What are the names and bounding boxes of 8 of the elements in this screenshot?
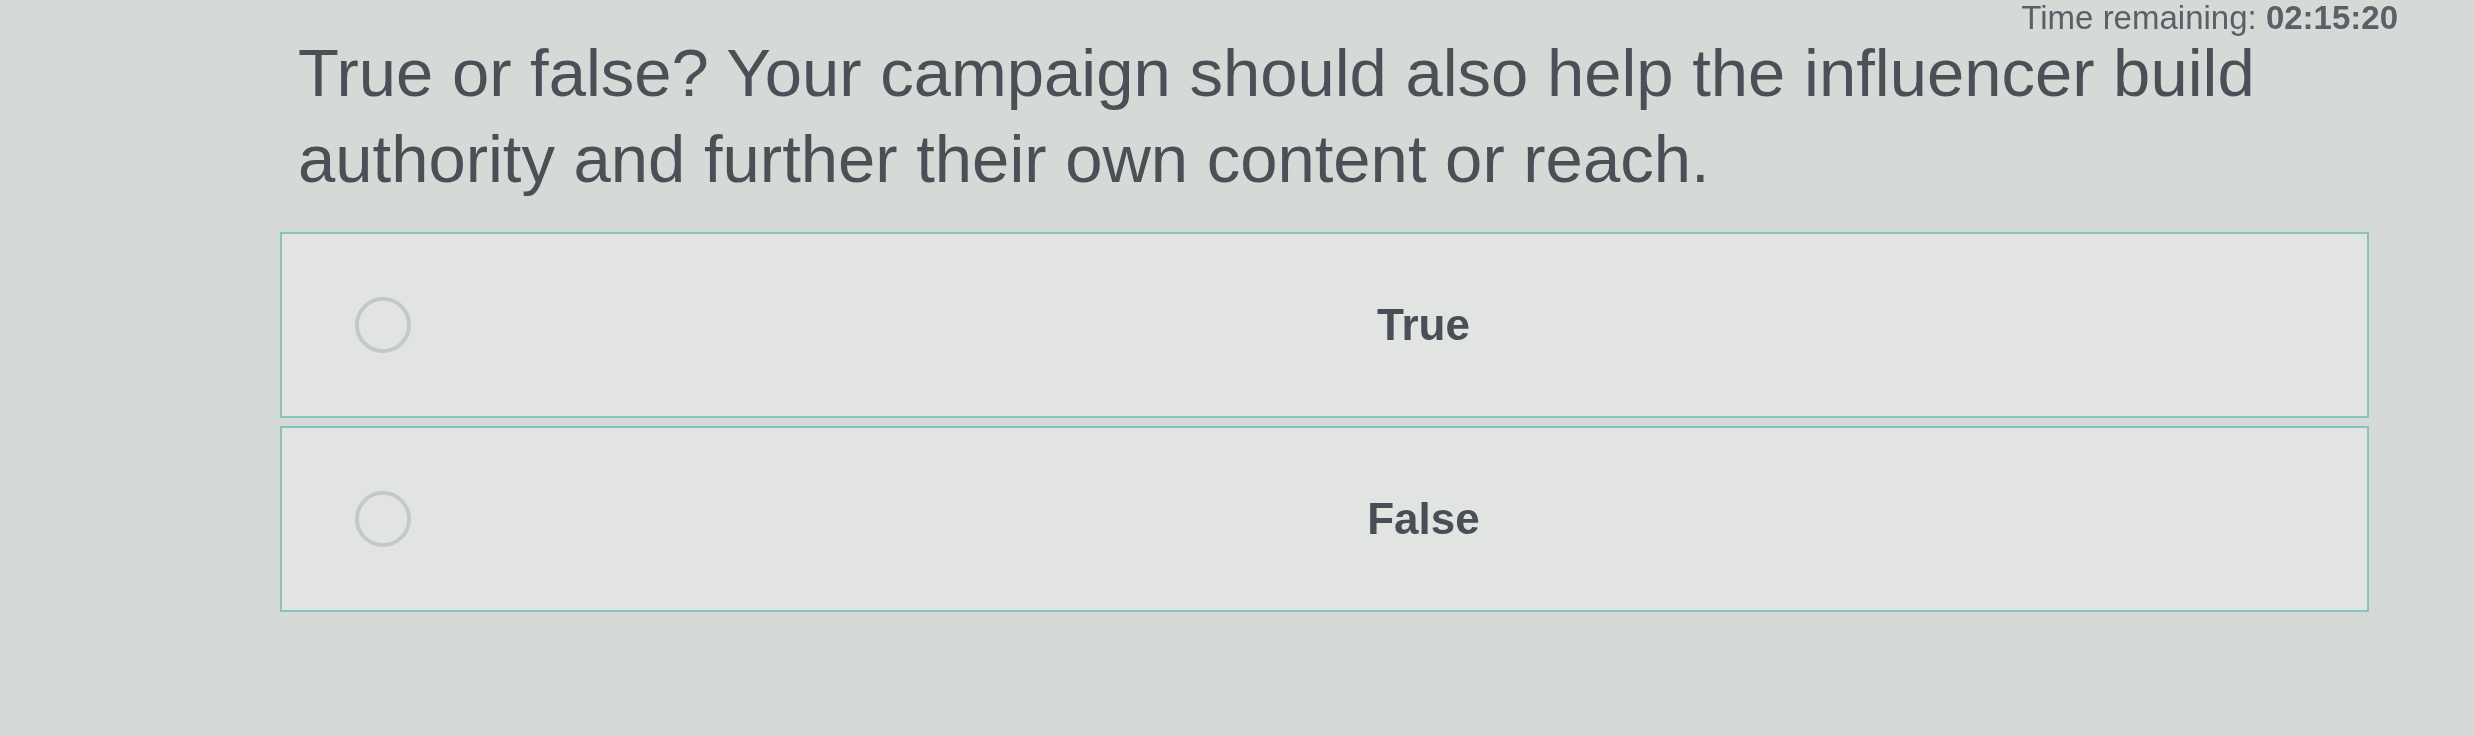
option-label: True (1377, 299, 1470, 351)
answer-option[interactable]: False (280, 426, 2369, 612)
radio-button-icon[interactable] (354, 490, 412, 548)
option-label: False (1367, 493, 1480, 545)
answer-option[interactable]: True (280, 232, 2369, 418)
question-text: True or false? Your campaign should also help the influencer build authority and further their own content or reach. (298, 35, 2256, 198)
radio-button-icon[interactable] (354, 296, 412, 354)
time-remaining-text: Time remaining: 02:15:20 (2021, 0, 2398, 36)
